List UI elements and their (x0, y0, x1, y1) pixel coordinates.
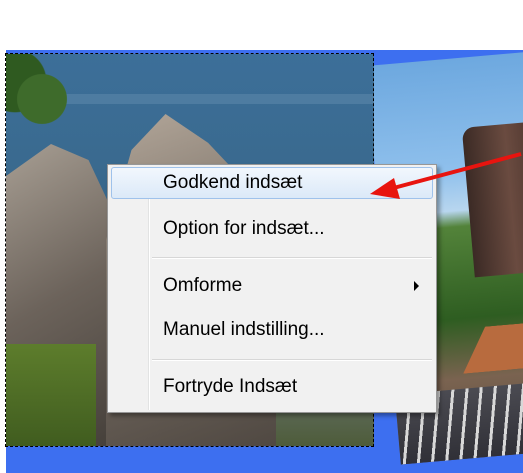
arrow-head-icon (370, 178, 400, 199)
arrow-shaft (385, 152, 522, 192)
red-arrow-annotation (370, 152, 522, 199)
